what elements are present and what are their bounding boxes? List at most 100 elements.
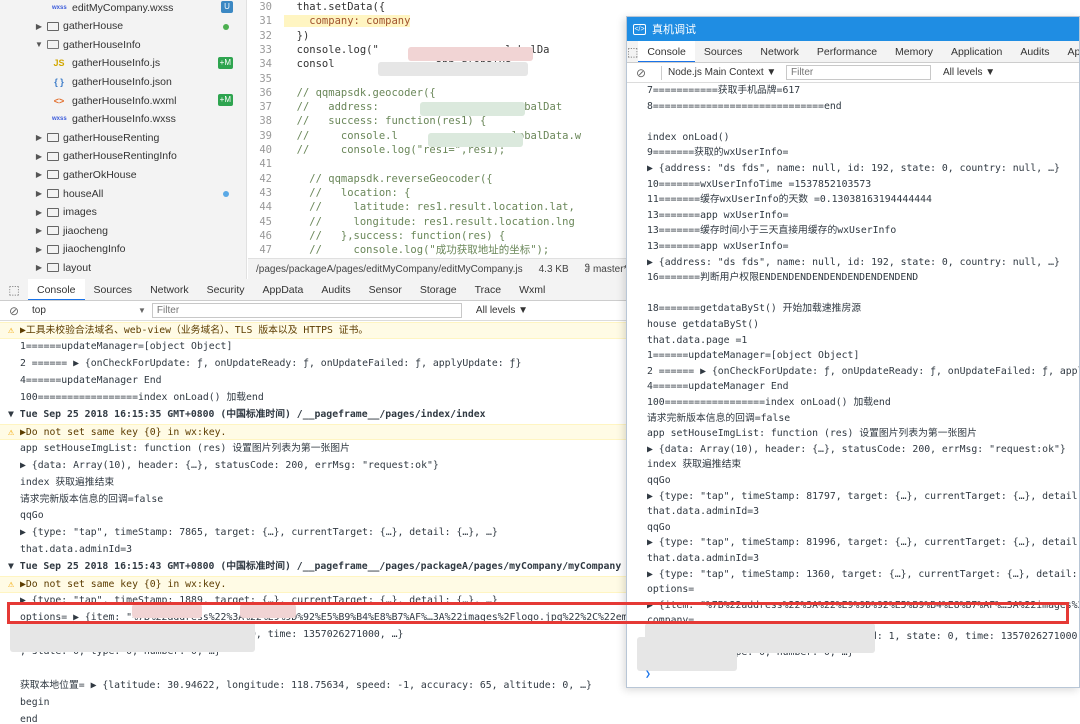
console-log-text: ▶工具未校验合法域名、web-view（业务域名）、TLS 版本以及 HTTPS… xyxy=(20,325,369,336)
console-log-entry[interactable]: ▶ {type: "tap", timeStamp: 1360, target:… xyxy=(627,567,1079,584)
tab-application[interactable]: Application xyxy=(942,41,1011,62)
file-tree-item[interactable]: ▶ gatherHouse xyxy=(0,17,246,36)
console-prompt[interactable]: ❯ xyxy=(627,667,1079,684)
inspect-icon[interactable]: ⬚ xyxy=(627,45,638,59)
log-levels-select[interactable]: All levels ▼ xyxy=(476,305,528,316)
tab-sources[interactable]: Sources xyxy=(695,41,752,62)
code-line[interactable]: 42 // qqmapsdk.reverseGeocoder({ xyxy=(248,172,628,188)
chevron-down-icon[interactable]: ▼ xyxy=(138,306,146,315)
chevron-right-icon[interactable]: ▶ xyxy=(34,245,44,254)
console-log-entry[interactable]: ▶ {data: Array(10), header: {…}, statusC… xyxy=(0,458,626,475)
clear-console-icon[interactable]: ⊘ xyxy=(627,66,655,80)
clear-console-icon[interactable]: ⊘ xyxy=(0,304,28,318)
remote-debug-window: </> 真机调试 ⬚ Console Sources Network Perfo… xyxy=(626,16,1080,688)
console-group-header[interactable]: ▼ Tue Sep 25 2018 16:15:35 GMT+0800 (中国标… xyxy=(0,407,626,424)
code-editor[interactable]: 47 // console.log("成功获取地址的坐标"); 46 // },s… xyxy=(248,0,628,258)
tab-trace[interactable]: Trace xyxy=(466,279,510,300)
console-filter-input[interactable] xyxy=(786,65,931,80)
file-tree-item[interactable]: ▶ layout xyxy=(0,258,246,277)
code-line[interactable]: 47 // console.log("成功获取地址的坐标"); xyxy=(248,243,628,258)
chevron-right-icon[interactable]: ▶ xyxy=(34,152,44,161)
chevron-right-icon[interactable]: ▶ xyxy=(34,133,44,142)
console-log-text: that.data.adminId=3 xyxy=(20,544,133,556)
console-log-entry[interactable]: ▶ {type: "tap", timeStamp: 81996, target… xyxy=(627,535,1079,552)
chevron-right-icon[interactable]: ▶ xyxy=(34,263,44,272)
tab-network[interactable]: Network xyxy=(141,279,198,300)
code-line[interactable]: 43 // location: { xyxy=(248,186,628,202)
tab-performance[interactable]: Performance xyxy=(808,41,886,62)
console-log-entry[interactable]: 2 ====== ▶ {onCheckForUpdate: ƒ, onUpdat… xyxy=(627,364,1079,381)
console-warning[interactable]: ⚠ ▶Do not set same key {0} in wx:key. xyxy=(0,576,626,593)
tab-security[interactable]: Security xyxy=(198,279,254,300)
console-log-entry[interactable]: ▶ {item: "%7B%22address%22%3A%22%E9%9D%9… xyxy=(627,598,1079,615)
file-tree-item[interactable]: ▶ gatherOkHouse xyxy=(0,165,246,184)
file-tree-item[interactable]: ▶ houseAll xyxy=(0,184,246,203)
console-log-entry: 100=================index onLoad() 加载end xyxy=(0,390,626,407)
console-log-text: end xyxy=(20,713,38,724)
file-tree-item[interactable]: { } gatherHouseInfo.json xyxy=(0,72,246,91)
chevron-right-icon[interactable]: ▶ xyxy=(34,208,44,217)
tab-appdata[interactable]: AppDat xyxy=(1059,41,1079,62)
file-tree-item[interactable]: ▼ gatherHouseInfo xyxy=(0,35,246,54)
editor-status-bar: /pages/packageA/pages/editMyCompany/edit… xyxy=(248,258,628,279)
code-line[interactable]: 36 // qqmapsdk.geocoder({ xyxy=(248,86,628,102)
file-tree-item[interactable]: ▶ jiaocheng xyxy=(0,221,246,240)
console-log-entry[interactable]: ▶ {data: Array(10), header: {…}, statusC… xyxy=(627,442,1079,459)
file-tree-item[interactable]: ▶ gatherHouseRentingInfo xyxy=(0,147,246,166)
git-branch[interactable]: ჵ master* xyxy=(585,264,628,275)
code-line[interactable]: 41 xyxy=(248,157,628,173)
console-log-entry[interactable]: ▶ {address: "ds fds", name: null, id: 19… xyxy=(627,255,1079,272)
context-select[interactable]: Node.js Main Context ▼ xyxy=(668,67,786,78)
code-line[interactable]: 44 // latitude: res1.result.location.lat… xyxy=(248,200,628,216)
wxml-file-icon: <> xyxy=(53,95,65,106)
console-log-entry[interactable]: ▶ {type: "tap", timeStamp: 1889, target:… xyxy=(0,593,626,610)
chevron-right-icon[interactable]: ▶ xyxy=(34,189,44,198)
line-number: 31 xyxy=(259,15,272,28)
console-log-text: 1======updateManager=[object Object] xyxy=(647,350,860,362)
console-log-entry[interactable]: ▶ {address: "ds fds", name: null, id: 19… xyxy=(627,161,1079,178)
tab-console[interactable]: Console xyxy=(638,41,695,62)
tab-sources[interactable]: Sources xyxy=(85,279,142,300)
file-tree-item[interactable]: ▶ images xyxy=(0,203,246,222)
tab-network[interactable]: Network xyxy=(751,41,808,62)
inspect-icon[interactable]: ⬚ xyxy=(0,283,28,297)
console-log-entry[interactable]: 2 ====== ▶ {onCheckForUpdate: ƒ, onUpdat… xyxy=(0,356,626,373)
tab-appdata[interactable]: AppData xyxy=(254,279,313,300)
file-tree-item[interactable]: ▶ gatherHouseRenting xyxy=(0,128,246,147)
code-line[interactable]: 31 company: company xyxy=(248,14,628,30)
console-log-text: 2 ====== ▶ {onCheckForUpdate: ƒ, onUpdat… xyxy=(20,357,522,369)
context-select[interactable]: top xyxy=(28,305,138,316)
remote-debug-titlebar[interactable]: </> 真机调试 xyxy=(627,17,1079,41)
console-warning[interactable]: ⚠ ▶Do not set same key {0} in wx:key. xyxy=(0,423,626,441)
console-warning[interactable]: ⚠ ▶工具未校验合法域名、web-view（业务域名）、TLS 版本以及 HTTP… xyxy=(0,322,626,339)
chevron-down-icon[interactable]: ▼ xyxy=(34,40,44,49)
tab-storage[interactable]: Storage xyxy=(411,279,466,300)
file-tree-item[interactable]: ▶ jiaochengInfo xyxy=(0,240,246,259)
console-log-entry[interactable]: ▶ {type: "tap", timeStamp: 7865, target:… xyxy=(0,525,626,542)
file-tree-item[interactable]: wxss editMyCompany.wxss U xyxy=(0,0,246,17)
tab-wxml[interactable]: Wxml xyxy=(510,279,554,300)
console-group-header[interactable]: ▼ Tue Sep 25 2018 16:15:43 GMT+0800 (中国标… xyxy=(0,559,626,576)
tab-audits[interactable]: Audits xyxy=(1011,41,1058,62)
code-line[interactable]: 30 that.setData({ xyxy=(248,0,628,16)
tab-sensor[interactable]: Sensor xyxy=(360,279,411,300)
file-tree-item[interactable]: wxss gatherHouseInfo.wxss xyxy=(0,110,246,129)
code-line[interactable]: 38 // success: function(res1) { xyxy=(248,114,628,130)
tab-memory[interactable]: Memory xyxy=(886,41,942,62)
chevron-right-icon[interactable]: ▶ xyxy=(34,226,44,235)
code-line[interactable]: 32 }) xyxy=(248,29,628,45)
console-log-entry[interactable]: 获取本地位置= ▶ {latitude: 30.94622, longitude… xyxy=(0,678,626,695)
code-line[interactable]: 46 // },success: function(res) { xyxy=(248,229,628,245)
file-tree-item[interactable]: <> gatherHouseInfo.wxml +M xyxy=(0,91,246,110)
console-log-entry[interactable]: ▶ {type: "tap", timeStamp: 81797, target… xyxy=(627,489,1079,506)
code-line[interactable]: 45 // longitude: res1.result.location.ln… xyxy=(248,215,628,231)
file-tree-label: gatherHouse xyxy=(63,20,124,33)
log-levels-select[interactable]: All levels ▼ xyxy=(943,67,995,78)
chevron-right-icon[interactable]: ▶ xyxy=(34,22,44,31)
tab-console[interactable]: Console xyxy=(28,279,85,300)
tab-audits[interactable]: Audits xyxy=(312,279,359,300)
chevron-right-icon[interactable]: ▶ xyxy=(34,170,44,179)
console-filter-input[interactable] xyxy=(151,303,462,318)
file-tree-label: houseAll xyxy=(63,187,104,200)
file-tree-item[interactable]: JS gatherHouseInfo.js +M xyxy=(0,54,246,73)
